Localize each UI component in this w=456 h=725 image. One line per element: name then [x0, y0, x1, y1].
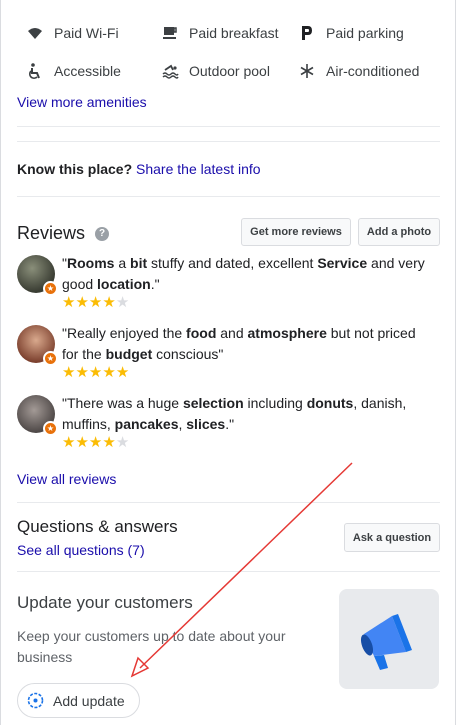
amenity-label: Accessible — [54, 63, 121, 79]
star-filled-icon: ★ — [102, 294, 116, 311]
divider — [17, 126, 440, 127]
qa-title: Questions & answers — [17, 517, 178, 536]
reviewer-avatar[interactable]: ★ — [17, 395, 58, 436]
view-more-amenities-link[interactable]: View more amenities — [17, 94, 147, 110]
star-filled-icon: ★ — [62, 294, 76, 311]
add-update-icon — [27, 692, 44, 709]
review-text: "There was a huge selection including do… — [62, 393, 432, 451]
add-photo-button[interactable]: Add a photo — [358, 218, 440, 246]
star-empty-icon: ★ — [115, 434, 130, 451]
get-more-reviews-button[interactable]: Get more reviews — [241, 218, 351, 246]
megaphone-icon — [360, 614, 412, 670]
add-update-label: Add update — [53, 692, 125, 709]
star-rating: ★★★★★ — [62, 435, 432, 451]
review-text: "Really enjoyed the food and atmosphere … — [62, 323, 432, 381]
star-filled-icon: ★ — [75, 434, 89, 451]
local-guide-badge-icon: ★ — [43, 351, 58, 366]
add-update-button[interactable]: Add update — [17, 683, 140, 718]
amenity-ac: Air-conditioned — [298, 62, 419, 80]
review-item: ★ "Really enjoyed the food and atmospher… — [17, 323, 437, 381]
wifi-icon — [26, 24, 44, 42]
amenity-label: Paid Wi-Fi — [54, 25, 119, 41]
divider — [17, 141, 440, 142]
star-rating: ★★★★★ — [62, 295, 432, 311]
share-info-link[interactable]: Share the latest info — [136, 161, 261, 177]
amenity-label: Air-conditioned — [326, 63, 420, 79]
local-guide-badge-icon: ★ — [43, 281, 58, 296]
amenity-label: Paid breakfast — [189, 25, 279, 41]
snowflake-icon — [298, 62, 316, 80]
coffee-cup-icon — [161, 24, 179, 42]
amenity-breakfast: Paid breakfast — [161, 24, 298, 42]
see-all-questions-link[interactable]: See all questions (7) — [17, 542, 145, 558]
amenity-wifi: Paid Wi-Fi — [26, 24, 161, 42]
divider — [17, 196, 440, 197]
accessible-icon — [26, 62, 44, 80]
star-filled-icon: ★ — [62, 364, 76, 381]
amenity-parking: Paid parking — [298, 24, 404, 42]
amenity-accessible: Accessible — [26, 62, 161, 80]
review-text: "Rooms a bit stuffy and dated, excellent… — [62, 253, 432, 311]
amenity-label: Paid parking — [326, 25, 404, 41]
amenities-grid: Paid Wi-Fi Paid breakfast Paid parking A… — [26, 14, 446, 90]
know-this-place: Know this place? Share the latest info — [17, 161, 261, 177]
star-filled-icon: ★ — [88, 434, 103, 451]
divider — [17, 502, 440, 503]
amenity-pool: Outdoor pool — [161, 62, 298, 80]
parking-icon — [298, 24, 316, 42]
reviewer-avatar[interactable]: ★ — [17, 255, 58, 296]
update-description: Keep your customers up to date about you… — [17, 628, 286, 665]
view-all-reviews-link[interactable]: View all reviews — [17, 471, 116, 487]
review-item: ★ "There was a huge selection including … — [17, 393, 437, 451]
star-filled-icon: ★ — [75, 364, 89, 381]
update-title: Update your customers — [17, 593, 193, 612]
star-filled-icon: ★ — [75, 294, 89, 311]
reviews-heading: Reviews ? — [17, 223, 110, 244]
star-filled-icon: ★ — [102, 364, 116, 381]
divider — [17, 571, 440, 572]
star-filled-icon: ★ — [62, 434, 76, 451]
pool-icon — [161, 62, 179, 80]
local-guide-badge-icon: ★ — [43, 421, 58, 436]
reviews-title: Reviews — [17, 223, 86, 243]
reviewer-avatar[interactable]: ★ — [17, 325, 58, 366]
megaphone-illustration — [339, 589, 439, 689]
star-filled-icon: ★ — [115, 364, 130, 381]
amenity-label: Outdoor pool — [189, 63, 270, 79]
review-item: ★ "Rooms a bit stuffy and dated, excelle… — [17, 253, 437, 311]
star-filled-icon: ★ — [102, 434, 116, 451]
star-rating: ★★★★★ — [62, 365, 432, 381]
ask-question-button[interactable]: Ask a question — [344, 523, 440, 552]
know-prompt: Know this place? — [17, 161, 133, 177]
star-empty-icon: ★ — [115, 294, 130, 311]
star-filled-icon: ★ — [88, 364, 103, 381]
star-filled-icon: ★ — [88, 294, 103, 311]
help-icon[interactable]: ? — [95, 226, 110, 241]
